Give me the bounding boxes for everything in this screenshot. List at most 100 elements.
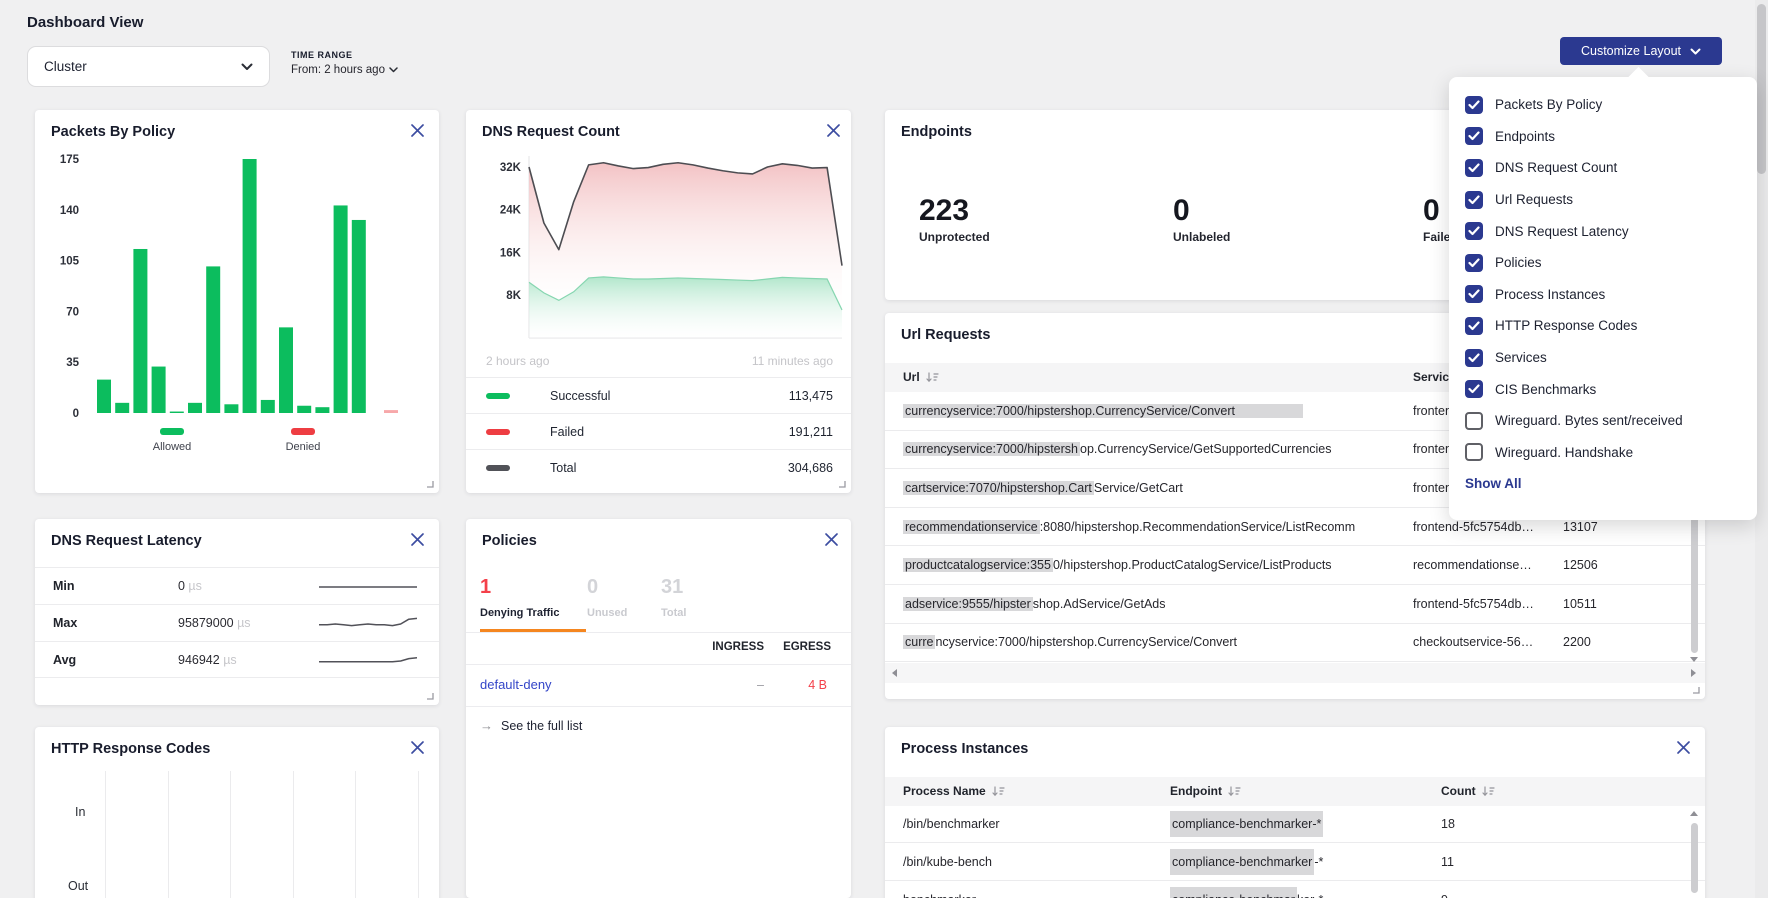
svg-text:0: 0	[73, 408, 79, 420]
scroll-left-icon[interactable]	[892, 669, 897, 677]
tab-total[interactable]: 31 Total	[661, 577, 686, 619]
view-selector[interactable]: Cluster	[27, 46, 270, 87]
table-row[interactable]: adservice:9555/hipstershop.AdService/Get…	[885, 585, 1705, 624]
count-cell: 13107	[1563, 520, 1598, 534]
gridline	[168, 771, 169, 898]
table-row[interactable]: productcatalogservice:3550/hipstershop.P…	[885, 546, 1705, 585]
checkbox-unchecked-icon[interactable]	[1465, 443, 1483, 461]
column-header-process-name[interactable]: Process Name	[903, 784, 1005, 798]
process-name-cell: /bin/benchmarker	[903, 817, 1000, 831]
time-range-label: TIME RANGE	[291, 50, 398, 60]
time-range: TIME RANGE From: 2 hours ago	[291, 50, 398, 76]
show-all-link[interactable]: Show All	[1465, 476, 1757, 491]
count-cell: 12506	[1563, 558, 1598, 572]
menu-item-wireguard-handshake[interactable]: Wireguard. Handshake	[1465, 437, 1757, 469]
endpoint-highlight: compliance-benchmarker	[1170, 849, 1314, 875]
checkbox-checked-icon[interactable]	[1465, 380, 1483, 398]
latency-row-min: Min0 µs	[35, 567, 439, 604]
see-full-list-link[interactable]: → See the full list	[480, 718, 582, 733]
process-instances-card: Process Instances Process Name Endpoint …	[885, 727, 1705, 898]
scroll-right-icon[interactable]	[1691, 669, 1696, 677]
checkbox-unchecked-icon[interactable]	[1465, 412, 1483, 430]
gridline	[355, 771, 356, 898]
column-header-endpoint[interactable]: Endpoint	[1170, 784, 1241, 798]
endpoint-text: -*	[1314, 855, 1323, 869]
endpoint-stat-unprotected: 223Unprotected	[919, 196, 990, 244]
checkbox-checked-icon[interactable]	[1465, 254, 1483, 272]
legend-swatch-successful	[486, 393, 510, 399]
menu-item-packets-by-policy[interactable]: Packets By Policy	[1465, 89, 1757, 121]
menu-item-policies[interactable]: Policies	[1465, 247, 1757, 279]
url-highlight: curre	[903, 635, 935, 649]
menu-item-label: Wireguard. Bytes sent/received	[1495, 413, 1683, 428]
legend-value: 304,686	[788, 461, 833, 475]
checkbox-checked-icon[interactable]	[1465, 349, 1483, 367]
checkbox-checked-icon[interactable]	[1465, 191, 1483, 209]
legend-label-allowed: Allowed	[137, 441, 207, 453]
url-highlight: recommendationservice	[903, 520, 1040, 534]
checkbox-checked-icon[interactable]	[1465, 222, 1483, 240]
menu-item-cis-benchmarks[interactable]: CIS Benchmarks	[1465, 373, 1757, 405]
sort-icon	[1228, 786, 1241, 797]
stat-label: Unlabeled	[1173, 230, 1230, 244]
legend-label-denied: Denied	[268, 441, 338, 453]
resize-handle-icon[interactable]	[426, 692, 434, 700]
process-rows: /bin/benchmarker compliance-benchmarker-*…	[885, 805, 1705, 898]
scroll-down-icon[interactable]	[1690, 657, 1698, 662]
column-header-count[interactable]: Count	[1441, 784, 1495, 798]
policy-link-default-deny[interactable]: default-deny	[480, 677, 552, 692]
tab-denying-traffic[interactable]: 1 Denying Traffic	[480, 577, 559, 619]
tab-unused[interactable]: 0 Unused	[587, 577, 627, 619]
menu-item-wireguard-bytes-sent-received[interactable]: Wireguard. Bytes sent/received	[1465, 405, 1757, 437]
customize-layout-menu: Packets By PolicyEndpoints DNS Request Co…	[1449, 77, 1757, 520]
resize-handle-icon[interactable]	[1692, 686, 1700, 694]
menu-item-dns-request-count[interactable]: DNS Request Count	[1465, 152, 1757, 184]
policies-card: Policies 1 Denying Traffic 0 Unused 31 T…	[466, 519, 851, 898]
checkbox-checked-icon[interactable]	[1465, 159, 1483, 177]
url-text: shop.AdService/GetAds	[1033, 597, 1166, 611]
column-header-url[interactable]: Url	[903, 370, 939, 384]
close-icon[interactable]	[826, 123, 841, 138]
latency-unit: µs	[185, 579, 202, 593]
legend-row-failed: Failed191,211	[466, 413, 851, 449]
menu-item-services[interactable]: Services	[1465, 342, 1757, 374]
checkbox-checked-icon[interactable]	[1465, 96, 1483, 114]
close-icon[interactable]	[1676, 740, 1691, 755]
latency-number: 95879000	[178, 616, 234, 630]
table-row[interactable]: benchmarkercompliance-benchmarker-*9	[885, 881, 1705, 898]
legend-swatch-denied	[291, 428, 315, 435]
resize-handle-icon[interactable]	[838, 480, 846, 488]
table-horizontal-scrollbar[interactable]	[885, 663, 1705, 683]
checkbox-checked-icon[interactable]	[1465, 127, 1483, 145]
menu-item-process-instances[interactable]: Process Instances	[1465, 279, 1757, 311]
scroll-up-icon[interactable]	[1690, 811, 1698, 816]
customize-layout-button[interactable]: Customize Layout	[1560, 37, 1722, 65]
menu-item-label: DNS Request Count	[1495, 160, 1617, 175]
checkbox-checked-icon[interactable]	[1465, 285, 1483, 303]
count-cell: 11	[1441, 855, 1454, 869]
url-cell: recommendationservice:8080/hipstershop.R…	[903, 520, 1355, 534]
x-axis-label-right: 11 minutes ago	[752, 354, 833, 368]
menu-item-url-requests[interactable]: Url Requests	[1465, 184, 1757, 216]
resize-handle-icon[interactable]	[426, 480, 434, 488]
menu-item-http-response-codes[interactable]: HTTP Response Codes	[1465, 310, 1757, 342]
close-icon[interactable]	[410, 740, 425, 755]
close-icon[interactable]	[824, 532, 839, 547]
close-icon[interactable]	[410, 123, 425, 138]
checkbox-checked-icon[interactable]	[1465, 317, 1483, 335]
latency-sparkline	[319, 576, 417, 598]
table-row[interactable]: /bin/kube-benchcompliance-benchmarker-*1…	[885, 843, 1705, 881]
table-row[interactable]: currencyservice:7000/hipstershop.Currenc…	[885, 624, 1705, 663]
endpoint-cell: compliance-benchmarker-*	[1170, 855, 1323, 869]
policy-egress-value: 4 B	[781, 678, 827, 692]
menu-item-label: Wireguard. Handshake	[1495, 445, 1633, 460]
time-range-value[interactable]: From: 2 hours ago	[291, 64, 398, 76]
page-scrollbar-thumb[interactable]	[1757, 4, 1766, 174]
menu-item-endpoints[interactable]: Endpoints	[1465, 121, 1757, 153]
table-vertical-scrollbar[interactable]	[1691, 823, 1698, 893]
table-row[interactable]: /bin/benchmarkercompliance-benchmarker-*…	[885, 805, 1705, 843]
x-axis-label-left: 2 hours ago	[486, 354, 549, 368]
close-icon[interactable]	[410, 532, 425, 547]
legend-name: Failed	[550, 425, 584, 439]
menu-item-dns-request-latency[interactable]: DNS Request Latency	[1465, 215, 1757, 247]
